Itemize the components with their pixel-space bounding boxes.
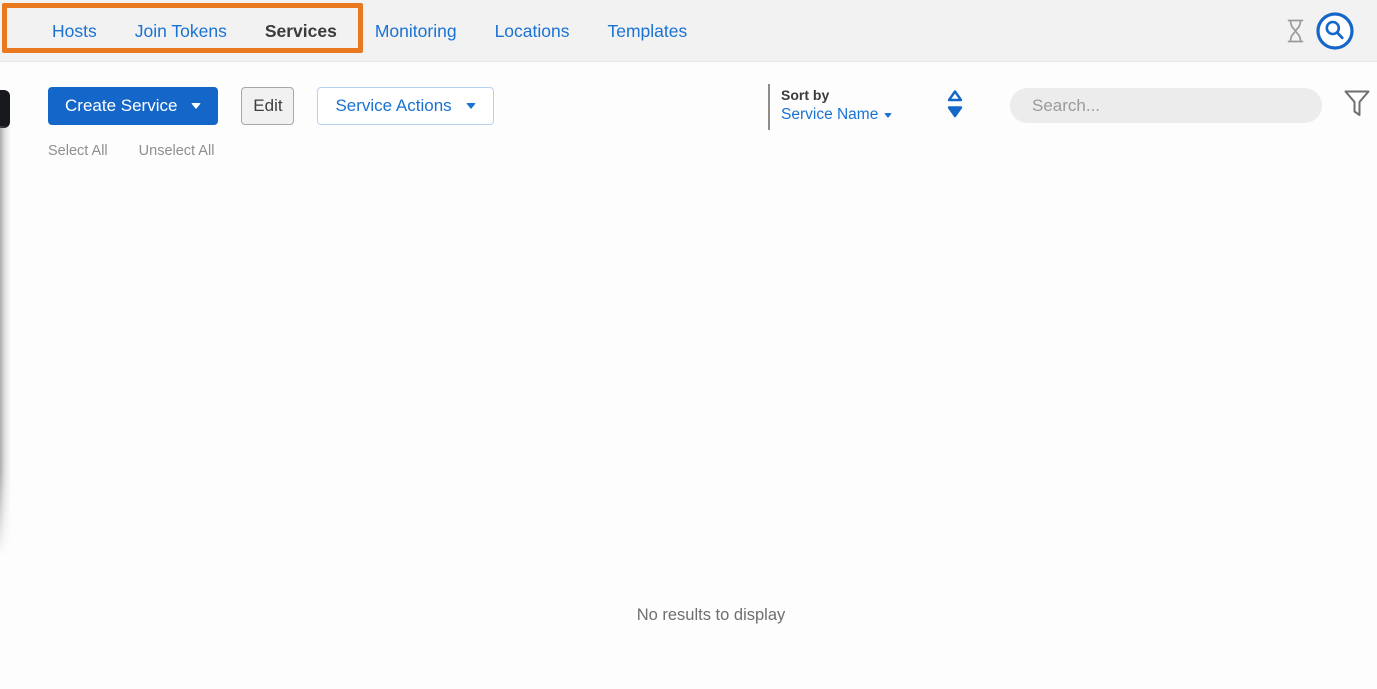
top-navbar: Hosts Join Tokens Services Monitoring Lo… xyxy=(0,0,1377,62)
sort-group: Sort by Service Name xyxy=(781,86,893,125)
drawer-shadow xyxy=(0,126,11,556)
chevron-down-icon xyxy=(884,113,893,118)
drawer-handle xyxy=(0,90,10,128)
service-actions-label: Service Actions xyxy=(335,96,452,115)
nav-icons xyxy=(1286,0,1355,62)
service-actions-button[interactable]: Service Actions xyxy=(317,87,494,125)
edit-label: Edit xyxy=(253,96,283,115)
create-service-label: Create Service xyxy=(65,96,178,115)
sort-ascending-icon xyxy=(947,90,963,102)
chevron-down-icon xyxy=(191,103,202,109)
tab-locations[interactable]: Locations xyxy=(495,21,570,42)
tab-services[interactable]: Services xyxy=(265,21,337,42)
page: Hosts Join Tokens Services Monitoring Lo… xyxy=(0,0,1377,689)
search-box xyxy=(1010,88,1322,123)
search-input[interactable] xyxy=(1010,88,1322,123)
sort-field-value: Service Name xyxy=(781,106,879,123)
nav-tabs: Hosts Join Tokens Services Monitoring Lo… xyxy=(52,0,687,62)
edit-button[interactable]: Edit xyxy=(241,87,295,125)
select-all-link[interactable]: Select All xyxy=(48,143,108,159)
tab-join-tokens[interactable]: Join Tokens xyxy=(135,21,227,42)
divider xyxy=(768,84,770,130)
sort-by-label: Sort by xyxy=(781,87,830,103)
unselect-all-link[interactable]: Unselect All xyxy=(139,143,215,159)
tab-hosts[interactable]: Hosts xyxy=(52,21,97,42)
empty-state-message: No results to display xyxy=(636,606,786,624)
create-service-button[interactable]: Create Service xyxy=(48,87,219,125)
filter-funnel-icon[interactable] xyxy=(1343,89,1371,124)
selection-links: Select All Unselect All xyxy=(48,143,214,159)
tab-monitoring[interactable]: Monitoring xyxy=(375,21,457,42)
sort-direction-toggle[interactable] xyxy=(946,89,964,126)
toolbar: Create Service Edit Service Actions xyxy=(48,87,494,125)
search-circle-icon[interactable] xyxy=(1315,11,1355,51)
tab-templates[interactable]: Templates xyxy=(608,21,688,42)
chevron-down-icon xyxy=(465,103,476,109)
hourglass-icon[interactable] xyxy=(1286,19,1305,43)
sort-field-dropdown[interactable]: Service Name xyxy=(781,104,893,125)
sort-descending-icon xyxy=(947,106,963,118)
